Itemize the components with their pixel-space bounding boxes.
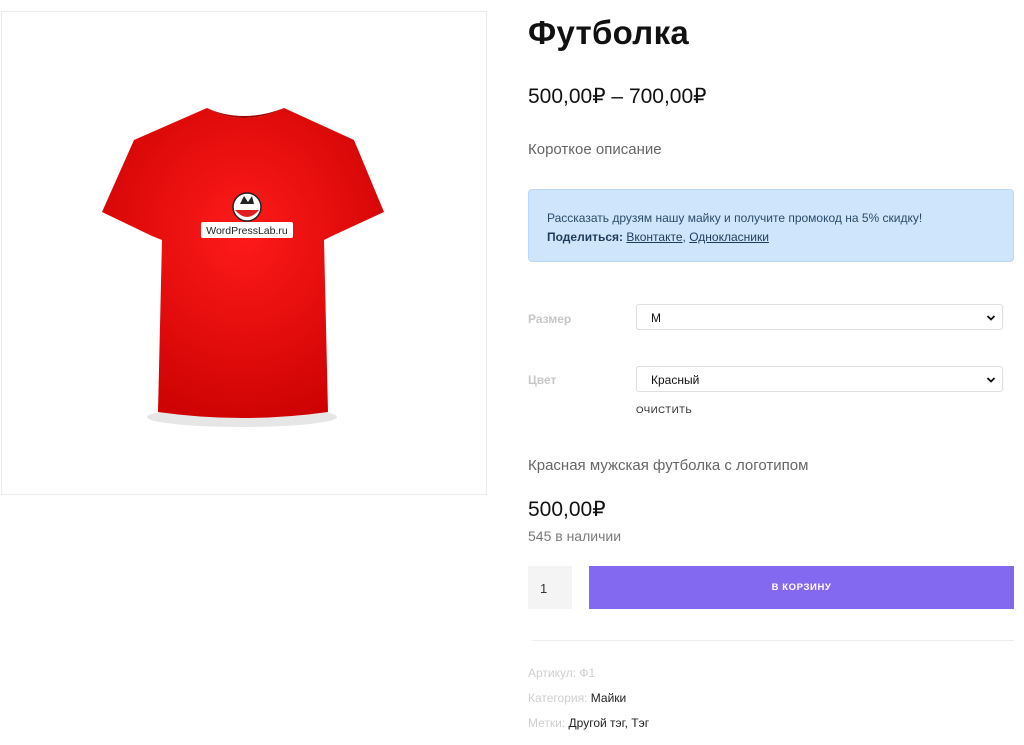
- color-select-value: Красный: [651, 373, 700, 387]
- share-separator: ,: [682, 230, 686, 244]
- share-row: Поделиться: Вконтакте, Однокласники: [547, 228, 995, 247]
- color-label: Цвет: [528, 373, 557, 387]
- product-title: Футболка: [528, 14, 690, 51]
- stock-status: 545 в наличии: [528, 528, 622, 544]
- size-label: Размер: [528, 312, 572, 326]
- sku-label: Артикул:: [528, 666, 577, 680]
- size-select[interactable]: M: [636, 304, 1003, 330]
- tag-link[interactable]: Другой тэг: [569, 716, 625, 730]
- share-link-ok[interactable]: Однокласники: [689, 230, 769, 244]
- divider: [532, 640, 1014, 641]
- share-label: Поделиться:: [547, 230, 624, 244]
- short-description: Короткое описание: [528, 141, 662, 158]
- tag-link[interactable]: Тэг: [631, 716, 649, 730]
- color-select[interactable]: Красный: [636, 366, 1003, 392]
- sku-row: Артикул: Ф1: [528, 666, 595, 680]
- variation-description: Красная мужская футболка с логотипом: [528, 457, 809, 474]
- quantity-input[interactable]: 1: [528, 566, 572, 609]
- share-link-vk[interactable]: Вконтакте: [626, 230, 682, 244]
- tag-separator: ,: [624, 716, 628, 730]
- chevron-down-icon: [986, 315, 996, 321]
- category-label: Категория:: [528, 691, 588, 705]
- category-row: Категория: Майки: [528, 691, 626, 705]
- price-range: 500,00₽ – 700,00₽: [528, 85, 707, 108]
- tshirt-image[interactable]: WordPressLab.ru: [2, 12, 488, 496]
- product-gallery[interactable]: WordPressLab.ru: [1, 11, 487, 495]
- size-select-value: M: [651, 311, 661, 325]
- variation-price: 500,00₽: [528, 498, 606, 521]
- category-link[interactable]: Майки: [591, 691, 626, 705]
- sku-value: Ф1: [579, 666, 596, 680]
- tags-label: Метки:: [528, 716, 566, 730]
- tshirt-body: [102, 108, 384, 418]
- promo-text: Рассказать друзям нашу майку и получите …: [547, 211, 923, 225]
- tshirt-logo-text: WordPressLab.ru: [206, 225, 288, 237]
- add-to-cart-button[interactable]: В КОРЗИНУ: [589, 566, 1014, 609]
- chevron-down-icon: [986, 377, 996, 383]
- reset-variations-link[interactable]: ОЧИСТИТЬ: [636, 405, 692, 416]
- tags-row: Метки: Другой тэг, Тэг: [528, 716, 649, 730]
- promo-notice: Рассказать друзям нашу майку и получите …: [528, 189, 1014, 262]
